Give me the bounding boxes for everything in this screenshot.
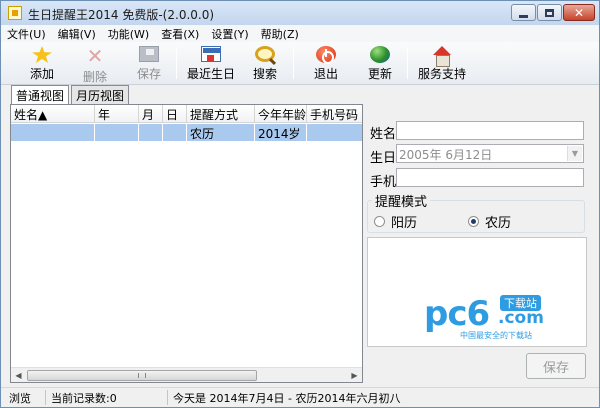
menu-settings[interactable]: 设置(Y) — [205, 26, 254, 42]
update-button[interactable]: 更新 — [365, 44, 395, 82]
home-icon — [432, 46, 452, 67]
cell-name — [11, 124, 95, 141]
grip-icon — [138, 373, 146, 378]
power-icon — [316, 46, 336, 64]
radio-solar-indicator — [374, 216, 385, 227]
column-header-month[interactable]: 月 — [139, 105, 163, 123]
delete-button-label: 删除 — [82, 70, 107, 84]
delete-x-icon: ✕ — [86, 44, 104, 68]
minimize-icon — [519, 14, 528, 18]
star-icon — [32, 46, 52, 63]
watermark-main-text: pc6 — [424, 294, 490, 334]
save-toolbar-button[interactable]: 保存 — [134, 44, 164, 82]
scroll-right-icon[interactable]: ▶ — [347, 368, 362, 383]
recent-birthday-button[interactable]: 最近生日 — [183, 44, 239, 82]
menu-bar: 文件(U) 编辑(V) 功能(W) 查看(X) 设置(Y) 帮助(Z) — [1, 25, 599, 42]
app-icon — [8, 6, 22, 20]
tab-calendar-view[interactable]: 月历视图 — [71, 85, 130, 104]
close-button[interactable]: ✕ — [563, 4, 595, 21]
radio-lunar-label: 农历 — [485, 216, 512, 231]
search-button[interactable]: 搜索 — [249, 44, 281, 82]
search-icon — [255, 46, 275, 62]
maximize-icon — [545, 8, 554, 17]
menu-help[interactable]: 帮助(Z) — [255, 26, 305, 42]
maximize-button[interactable] — [537, 4, 562, 21]
table-row[interactable]: 农历 2014岁 — [11, 124, 362, 141]
exit-button[interactable]: 退出 — [311, 44, 341, 82]
watermark-logo: pc6 下载站 .com 中国最安全的下载站 — [424, 292, 584, 344]
birthday-label: 生日 — [370, 151, 397, 166]
watermark-domain: .com — [498, 308, 544, 328]
save-button[interactable]: 保存 — [526, 353, 586, 379]
calendar-icon — [201, 46, 221, 62]
add-button[interactable]: 添加 — [27, 44, 57, 82]
scroll-left-icon[interactable]: ◀ — [11, 368, 26, 383]
app-window: 生日提醒王2014 免费版-(2.0.0.0) ✕ 文件(U) 编辑(V) 功能… — [0, 0, 600, 408]
birthday-value: 2005年 6月12日 — [399, 148, 493, 162]
close-icon: ✕ — [573, 5, 585, 20]
status-divider — [167, 390, 168, 405]
column-header-age[interactable]: 今年年龄 — [255, 105, 307, 123]
status-record-count: 当前记录数:0 — [51, 392, 117, 405]
chevron-down-icon[interactable]: ▼ — [567, 146, 582, 161]
toolbar: 添加 ✕ 删除 保存 最近生日 搜索 退出 更新 服务支持 — [1, 42, 599, 85]
column-header-name[interactable]: 姓名▲ — [11, 105, 95, 123]
watermark-slogan: 中国最安全的下载站 — [460, 331, 532, 340]
cell-day — [163, 124, 187, 141]
name-input[interactable] — [396, 121, 584, 140]
status-today: 今天是 2014年7月4日 - 农历2014年六月初八 — [173, 392, 401, 405]
support-button[interactable]: 服务支持 — [415, 44, 469, 82]
radio-lunar-indicator — [468, 216, 479, 227]
tab-normal-view[interactable]: 普通视图 — [11, 85, 70, 105]
name-label: 姓名 — [370, 127, 397, 142]
list-header: 姓名▲ 年 月 日 提醒方式 今年年龄 手机号码 — [11, 105, 362, 123]
menu-file[interactable]: 文件(U) — [1, 26, 52, 42]
menu-edit[interactable]: 编辑(V) — [52, 26, 102, 42]
reminder-mode-title: 提醒模式 — [372, 191, 431, 210]
scroll-thumb[interactable] — [27, 370, 257, 381]
phone-input[interactable] — [396, 168, 584, 187]
column-header-year[interactable]: 年 — [95, 105, 139, 123]
toolbar-separator — [407, 47, 408, 79]
menu-function[interactable]: 功能(W) — [102, 26, 155, 42]
horizontal-scrollbar[interactable]: ◀ ▶ — [11, 367, 362, 382]
toolbar-separator — [293, 47, 294, 79]
delete-button[interactable]: ✕ 删除 — [80, 44, 110, 84]
support-button-label: 服务支持 — [417, 67, 466, 81]
cell-age: 2014岁 — [255, 124, 307, 141]
minimize-button[interactable] — [511, 4, 536, 21]
cell-remind-type: 农历 — [187, 124, 255, 141]
status-divider — [45, 390, 46, 405]
cell-month — [139, 124, 163, 141]
title-bar: 生日提醒王2014 免费版-(2.0.0.0) ✕ — [1, 1, 599, 25]
toolbar-separator — [176, 47, 177, 79]
globe-icon — [370, 46, 390, 63]
cell-year — [95, 124, 139, 141]
status-mode: 浏览 — [9, 392, 31, 405]
birthday-list[interactable]: 姓名▲ 年 月 日 提醒方式 今年年龄 手机号码 农历 2014岁 ◀ ▶ — [10, 104, 363, 383]
radio-lunar[interactable]: 农历 — [468, 212, 511, 231]
view-tabs: 普通视图 月历视图 — [11, 85, 131, 105]
phone-label: 手机 — [370, 175, 397, 190]
cell-phone — [307, 124, 362, 141]
preview-box: pc6 下载站 .com 中国最安全的下载站 — [367, 237, 587, 347]
window-title: 生日提醒王2014 免费版-(2.0.0.0) — [28, 8, 215, 22]
status-bar: 浏览 当前记录数:0 今天是 2014年7月4日 - 农历2014年六月初八 — [1, 387, 599, 407]
column-header-phone[interactable]: 手机号码 — [307, 105, 362, 123]
recent-birthday-label: 最近生日 — [186, 67, 235, 81]
radio-solar-label: 阳历 — [391, 216, 418, 231]
column-header-remind-type[interactable]: 提醒方式 — [187, 105, 255, 123]
floppy-disk-icon — [139, 46, 159, 62]
add-button-label: 添加 — [29, 67, 54, 81]
update-button-label: 更新 — [367, 67, 392, 81]
save-toolbar-label: 保存 — [136, 67, 161, 81]
exit-button-label: 退出 — [313, 67, 338, 81]
search-button-label: 搜索 — [252, 67, 277, 81]
radio-solar[interactable]: 阳历 — [374, 212, 417, 231]
birthday-date-picker[interactable]: 2005年 6月12日 ▼ — [396, 144, 584, 163]
menu-view[interactable]: 查看(X) — [155, 26, 205, 42]
column-header-day[interactable]: 日 — [163, 105, 187, 123]
